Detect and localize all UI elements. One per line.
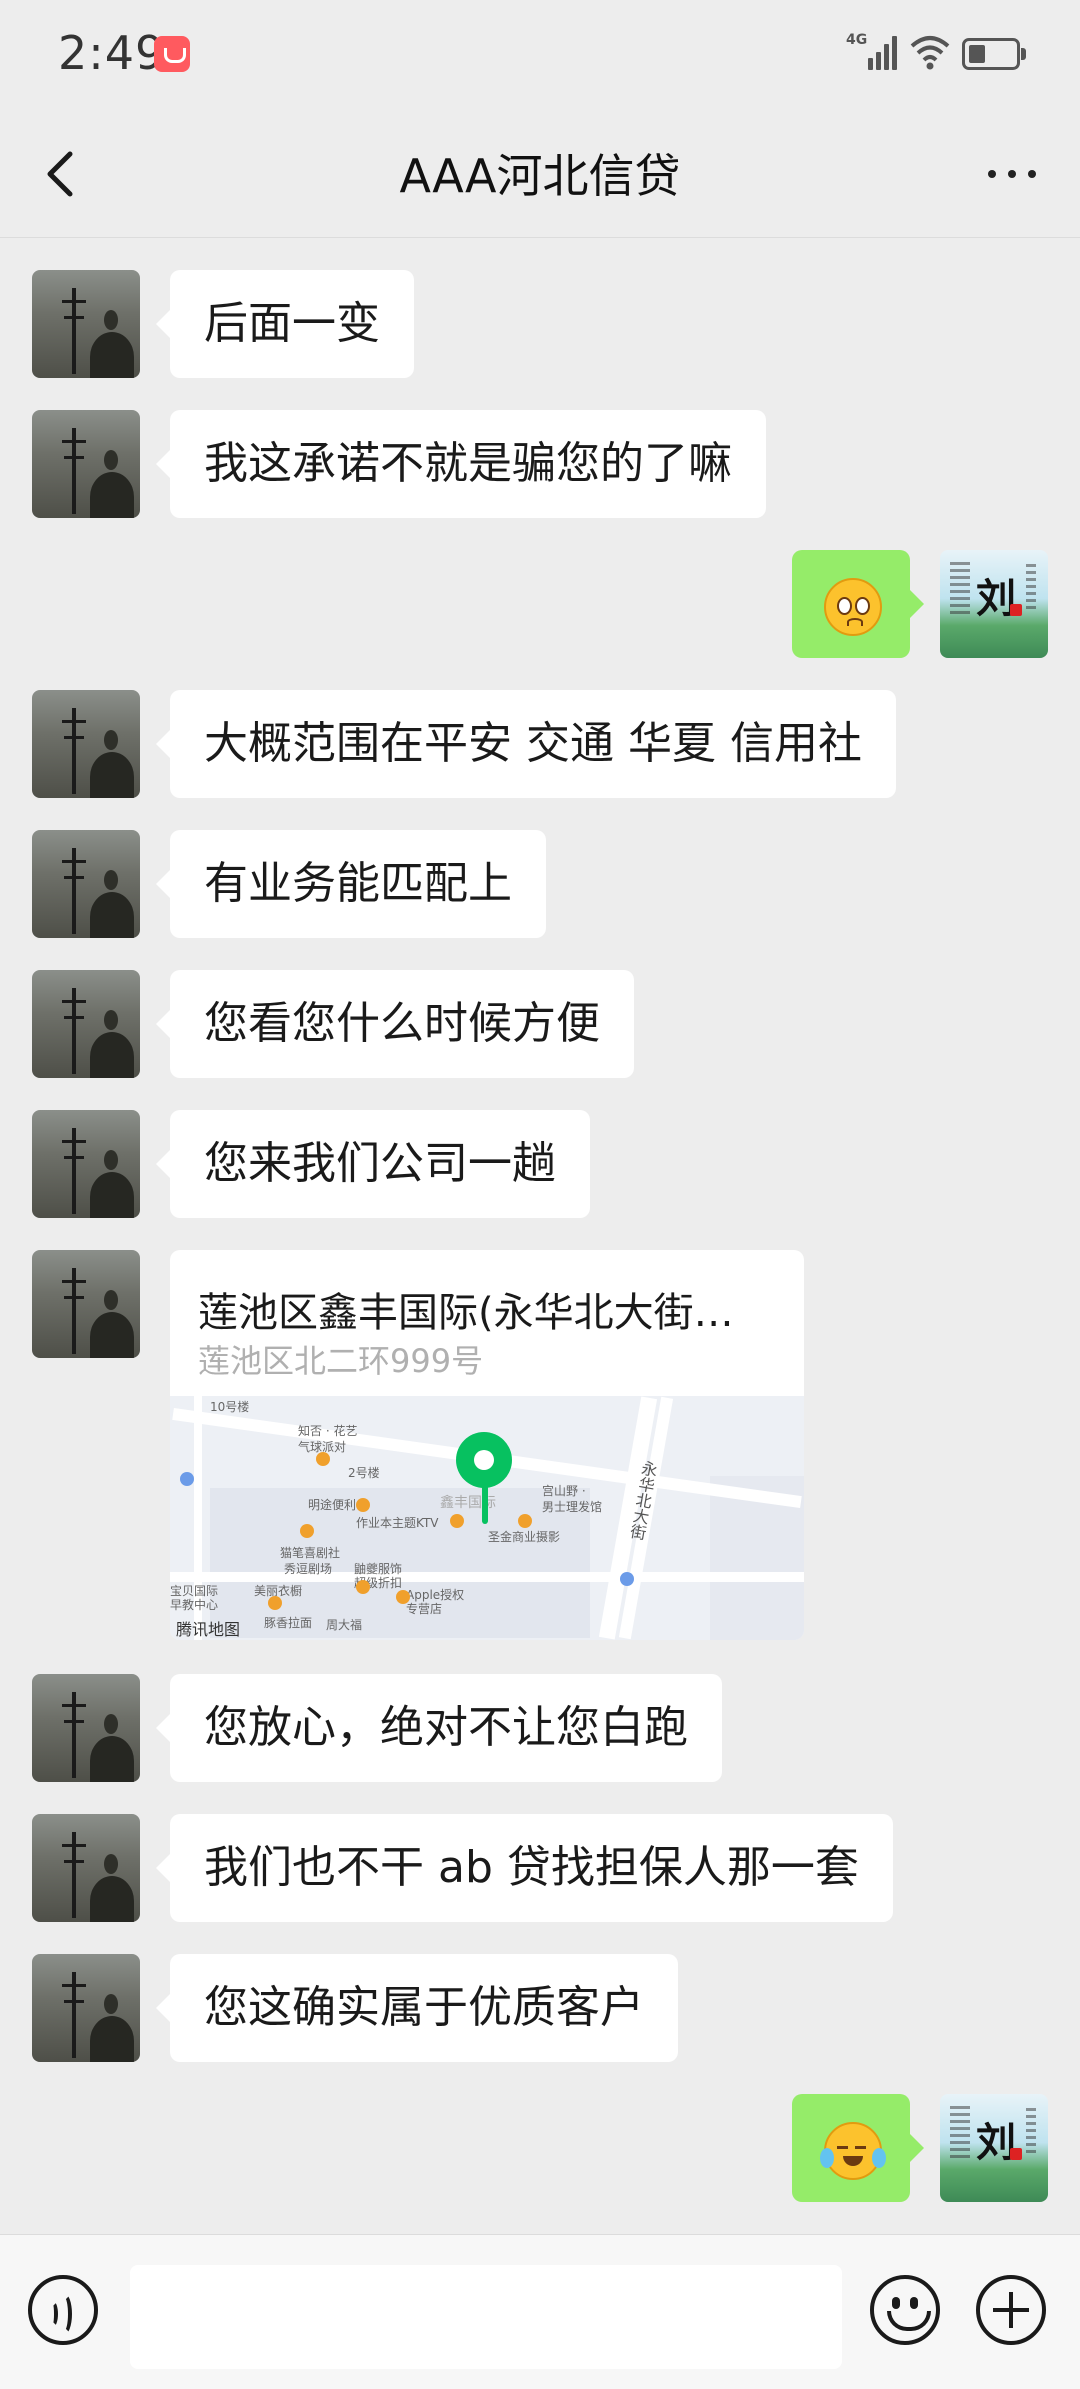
chat-title: AAA河北信贷 xyxy=(399,149,681,203)
map-poi-icon xyxy=(620,1572,634,1586)
contact-avatar[interactable] xyxy=(32,1674,140,1782)
map-label: 10号楼 xyxy=(210,1400,250,1414)
message-bubble[interactable]: 您这确实属于优质客户 xyxy=(156,1954,678,2062)
status-time: 2:49 xyxy=(58,26,166,80)
location-card[interactable]: 莲池区鑫丰国际(永华北大街… 莲池区北二环999号 10号楼 知否 · 花艺 气… xyxy=(170,1250,804,1640)
message-bubble[interactable]: 我这承诺不就是骗您的了嘛 xyxy=(156,410,766,518)
location-map[interactable]: 10号楼 知否 · 花艺 气球派对 2号楼 明途便利 鑫丰国际 宫山野 · 男士… xyxy=(170,1396,804,1640)
map-label: 明途便利 xyxy=(308,1498,357,1512)
map-label: 专营店 xyxy=(406,1602,443,1616)
status-bar: 2:49 4G xyxy=(0,0,1080,110)
wifi-icon xyxy=(910,36,950,70)
cellular-signal-icon xyxy=(868,34,902,70)
map-label: 早教中心 xyxy=(170,1598,219,1612)
contact-avatar[interactable] xyxy=(32,1814,140,1922)
map-label: 2号楼 xyxy=(348,1466,380,1480)
message-bubble[interactable]: 您看您什么时候方便 xyxy=(156,970,634,1078)
map-poi-icon xyxy=(396,1590,410,1604)
location-title: 莲池区鑫丰国际(永华北大街… xyxy=(198,1290,734,1336)
message-bubble[interactable]: 大概范围在平安 交通 华夏 信用社 xyxy=(156,690,896,798)
contact-avatar[interactable] xyxy=(32,830,140,938)
message-input[interactable] xyxy=(130,2265,842,2369)
location-address: 莲池区北二环999号 xyxy=(198,1342,484,1380)
map-label: 圣金商业摄影 xyxy=(488,1530,561,1544)
message-bubble[interactable]: 您来我们公司一趟 xyxy=(156,1110,590,1218)
map-poi-icon xyxy=(356,1580,370,1594)
self-message-bubble[interactable] xyxy=(792,2094,924,2202)
map-poi-icon xyxy=(316,1452,330,1466)
contact-avatar[interactable] xyxy=(32,1110,140,1218)
pleading-face-emoji xyxy=(824,578,882,636)
message-list[interactable]: 后面一变 我这承诺不就是骗您的了嘛 刘 大概范围在平安 交通 华夏 信用社 有业… xyxy=(0,238,1080,2234)
more-functions-plus-icon[interactable] xyxy=(976,2275,1046,2345)
map-label: 秀逗剧场 xyxy=(284,1562,333,1576)
network-type: 4G xyxy=(846,32,868,48)
self-avatar[interactable]: 刘 xyxy=(940,2094,1048,2202)
message-bubble[interactable]: 有业务能匹配上 xyxy=(156,830,546,938)
voice-input-icon[interactable] xyxy=(28,2275,98,2345)
emoji-icon[interactable] xyxy=(870,2275,940,2345)
map-label: 宫山野 · xyxy=(542,1484,586,1498)
map-label: 豚香拉面 xyxy=(264,1616,313,1630)
map-poi-icon xyxy=(356,1498,370,1512)
more-options-icon[interactable] xyxy=(984,158,1040,188)
chat-header: AAA河北信贷 xyxy=(0,110,1080,238)
contact-avatar[interactable] xyxy=(32,970,140,1078)
contact-avatar[interactable] xyxy=(32,690,140,798)
self-avatar[interactable]: 刘 xyxy=(940,550,1048,658)
map-label: 作业本主题KTV xyxy=(356,1516,439,1530)
message-bubble[interactable]: 我们也不干 ab 贷找担保人那一套 xyxy=(156,1814,893,1922)
map-poi-icon xyxy=(180,1472,194,1486)
location-pin-icon xyxy=(456,1432,512,1488)
message-bubble[interactable]: 后面一变 xyxy=(156,270,414,378)
map-poi-icon xyxy=(450,1514,464,1528)
contact-avatar[interactable] xyxy=(32,1250,140,1358)
map-label: 知否 · 花艺 xyxy=(298,1424,358,1438)
message-bubble[interactable]: 您放心，绝对不让您白跑 xyxy=(156,1674,722,1782)
map-poi-icon xyxy=(300,1524,314,1538)
map-label: 周大福 xyxy=(326,1618,363,1632)
laugh-cry-emoji xyxy=(820,2122,886,2180)
map-poi-icon xyxy=(268,1596,282,1610)
battery-icon xyxy=(962,38,1026,70)
notification-app-icon xyxy=(154,36,190,72)
map-provider-logo: 腾讯地图 xyxy=(176,1620,241,1639)
map-label: 男士理发馆 xyxy=(542,1500,603,1514)
map-poi-icon xyxy=(518,1514,532,1528)
contact-avatar[interactable] xyxy=(32,270,140,378)
map-label: 猫笔喜剧社 xyxy=(280,1546,341,1560)
self-message-bubble[interactable] xyxy=(792,550,924,658)
input-bar xyxy=(0,2234,1080,2389)
contact-avatar[interactable] xyxy=(32,410,140,518)
location-pin-stem xyxy=(482,1484,488,1524)
contact-avatar[interactable] xyxy=(32,1954,140,2062)
